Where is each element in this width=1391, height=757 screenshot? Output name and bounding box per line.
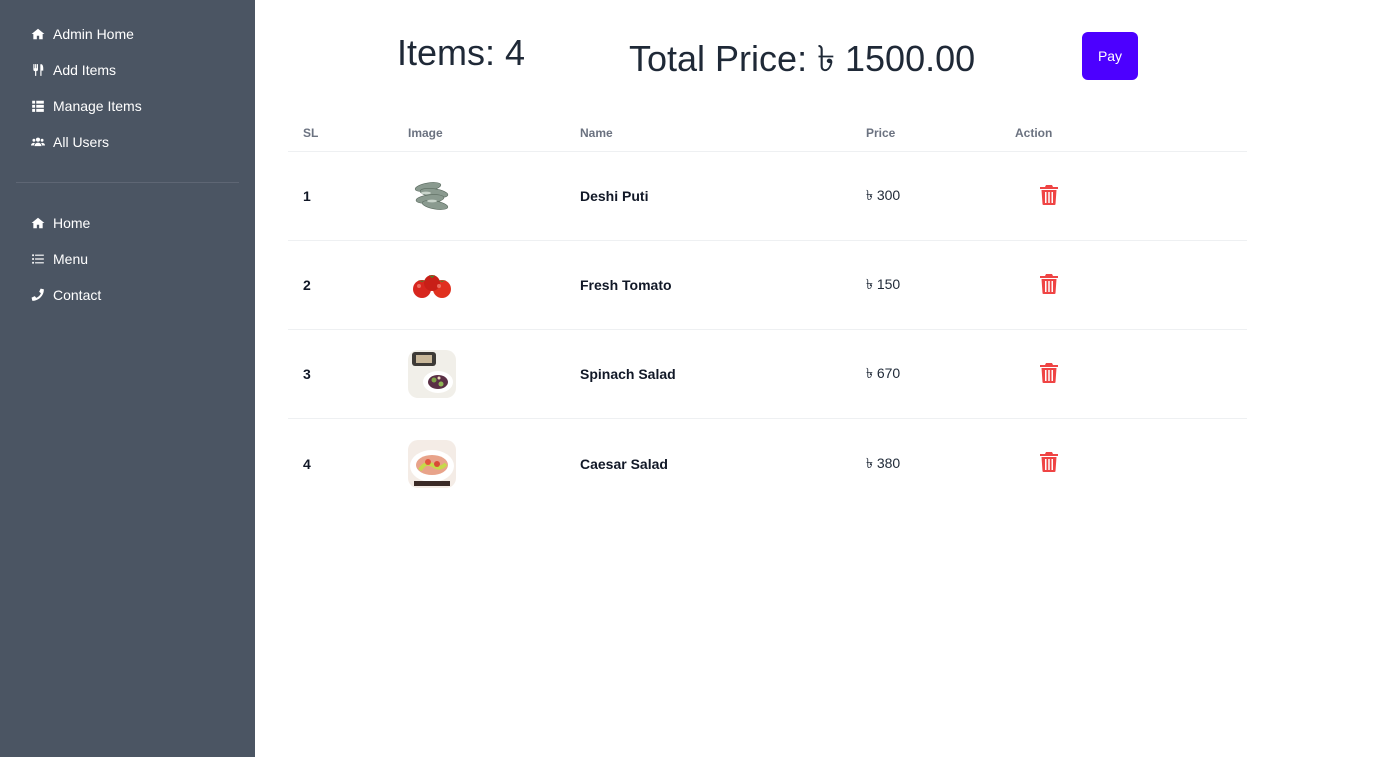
sidebar-item-add-items[interactable]: Add Items	[0, 52, 255, 88]
caesar-salad-thumbnail	[408, 439, 456, 488]
sidebar-item-all-users[interactable]: All Users	[0, 124, 255, 160]
sidebar-item-label: Menu	[53, 251, 89, 267]
sidebar-item-admin-home[interactable]: Admin Home	[0, 16, 255, 52]
sidebar-item-manage-items[interactable]: Manage Items	[0, 88, 255, 124]
utensils-icon	[30, 62, 46, 78]
sidebar-item-menu[interactable]: Menu	[0, 241, 255, 277]
header-image: Image	[408, 125, 443, 140]
table-row: 4 Caesar Salad ৳ 380	[288, 419, 1247, 508]
total-price: Total Price: ৳ 1500.00	[629, 38, 976, 79]
header-action: Action	[1015, 125, 1053, 140]
trash-icon	[1040, 452, 1058, 472]
list-icon	[30, 98, 46, 114]
trash-icon	[1040, 184, 1058, 205]
home-icon	[30, 26, 46, 42]
delete-button[interactable]	[1040, 184, 1058, 205]
row-price: ৳ 380	[866, 454, 901, 471]
trash-icon	[1040, 362, 1058, 383]
sidebar: Admin Home Add Items Manage Items All Us…	[0, 0, 255, 757]
row-name: Spinach Salad	[580, 366, 676, 382]
row-name: Deshi Puti	[580, 188, 649, 204]
list-bullets-icon	[30, 251, 46, 267]
row-sl: 4	[303, 455, 311, 472]
phone-icon	[30, 287, 46, 303]
delete-button[interactable]	[1040, 273, 1058, 294]
delete-button[interactable]	[1040, 452, 1058, 472]
sidebar-item-contact[interactable]: Contact	[0, 277, 255, 313]
delete-button[interactable]	[1040, 362, 1058, 383]
items-count: Items: 4	[397, 32, 526, 73]
sidebar-item-label: Contact	[53, 287, 102, 303]
home-icon	[30, 215, 46, 231]
header-name: Name	[580, 125, 613, 140]
header-sl: SL	[303, 125, 319, 140]
sidebar-divider	[16, 182, 239, 183]
sidebar-item-label: Admin Home	[53, 26, 134, 42]
sidebar-item-label: Home	[53, 215, 91, 231]
table-row: 1 Deshi Puti ৳ 300	[288, 152, 1247, 241]
sidebar-item-label: Manage Items	[53, 98, 142, 114]
table-header: SL Image Name Price Action	[288, 114, 1247, 152]
users-icon	[30, 134, 46, 150]
sidebar-item-home[interactable]: Home	[0, 205, 255, 241]
main-content: Items: 4 Total Price: ৳ 1500.00 Pay SL I…	[255, 0, 1391, 757]
row-name: Fresh Tomato	[580, 277, 672, 293]
sidebar-item-label: All Users	[53, 134, 110, 150]
row-sl: 1	[303, 188, 311, 204]
trash-icon	[1040, 273, 1058, 294]
row-sl: 2	[303, 277, 311, 293]
row-price: ৳ 150	[866, 276, 901, 292]
header-price: Price	[866, 125, 896, 140]
pay-button[interactable]: Pay	[1082, 32, 1138, 80]
row-price: ৳ 300	[866, 187, 901, 203]
tomato-thumbnail	[408, 261, 456, 309]
sidebar-item-label: Add Items	[53, 62, 117, 78]
row-name: Caesar Salad	[580, 455, 668, 472]
row-sl: 3	[303, 366, 311, 382]
spinach-salad-thumbnail	[408, 350, 456, 398]
cart-summary: Items: 4 Total Price: ৳ 1500.00 Pay	[255, 30, 1391, 80]
row-price: ৳ 670	[866, 365, 901, 381]
table-row: 2 Fresh Tomato ৳ 150	[288, 241, 1247, 330]
fish-thumbnail	[408, 172, 456, 220]
cart-table: SL Image Name Price Action 1 Deshi Puti …	[288, 114, 1247, 508]
table-row: 3 Spinach Salad ৳ 670	[288, 330, 1247, 419]
